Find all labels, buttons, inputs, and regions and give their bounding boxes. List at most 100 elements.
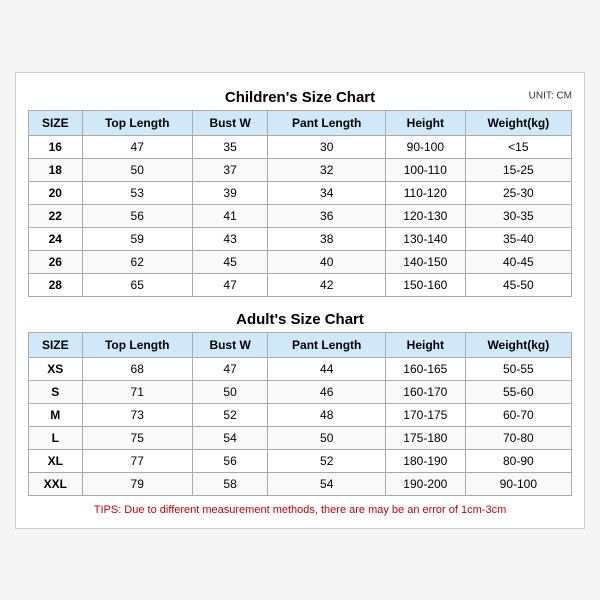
table-cell: 150-160	[386, 273, 466, 296]
table-cell: 100-110	[386, 158, 466, 181]
table-cell: 34	[268, 181, 386, 204]
col-pant-child: Pant Length	[268, 110, 386, 135]
table-cell: S	[29, 380, 83, 403]
table-cell: 120-130	[386, 204, 466, 227]
table-cell: 54	[268, 472, 386, 495]
table-cell: 56	[192, 449, 268, 472]
table-cell: 50	[192, 380, 268, 403]
table-row: 18503732100-11015-25	[29, 158, 572, 181]
table-cell: 30	[268, 135, 386, 158]
table-cell: 40	[268, 250, 386, 273]
table-cell: 77	[82, 449, 192, 472]
table-cell: 20	[29, 181, 83, 204]
table-row: XL775652180-19080-90	[29, 449, 572, 472]
table-cell: 160-165	[386, 357, 466, 380]
adult-table: SIZE Top Length Bust W Pant Length Heigh…	[28, 332, 572, 496]
table-cell: 44	[268, 357, 386, 380]
table-cell: 53	[82, 181, 192, 204]
col-pant-adult: Pant Length	[268, 332, 386, 357]
table-cell: 52	[192, 403, 268, 426]
table-row: 20533934110-12025-30	[29, 181, 572, 204]
table-row: S715046160-17055-60	[29, 380, 572, 403]
table-row: L755450175-18070-80	[29, 426, 572, 449]
table-cell: 38	[268, 227, 386, 250]
table-cell: <15	[465, 135, 571, 158]
table-cell: 175-180	[386, 426, 466, 449]
table-cell: 37	[192, 158, 268, 181]
children-header-row: SIZE Top Length Bust W Pant Length Heigh…	[29, 110, 572, 135]
table-cell: 52	[268, 449, 386, 472]
table-row: 24594338130-14035-40	[29, 227, 572, 250]
table-row: M735248170-17560-70	[29, 403, 572, 426]
children-title-text: Children's Size Chart	[225, 89, 375, 106]
chart-container: Children's Size Chart UNIT: CM SIZE Top …	[15, 72, 585, 529]
table-cell: 50	[82, 158, 192, 181]
table-cell: 47	[192, 357, 268, 380]
table-cell: 75	[82, 426, 192, 449]
col-top-length-child: Top Length	[82, 110, 192, 135]
table-cell: XS	[29, 357, 83, 380]
table-cell: 70-80	[465, 426, 571, 449]
table-cell: 140-150	[386, 250, 466, 273]
table-cell: 39	[192, 181, 268, 204]
table-row: 22564136120-13030-35	[29, 204, 572, 227]
table-row: XXL795854190-20090-100	[29, 472, 572, 495]
table-cell: 48	[268, 403, 386, 426]
col-weight-adult: Weight(kg)	[465, 332, 571, 357]
table-cell: 24	[29, 227, 83, 250]
col-height-adult: Height	[386, 332, 466, 357]
col-size-adult: SIZE	[29, 332, 83, 357]
col-bust-adult: Bust W	[192, 332, 268, 357]
table-row: XS684744160-16550-55	[29, 357, 572, 380]
table-cell: 90-100	[386, 135, 466, 158]
table-cell: 45-50	[465, 273, 571, 296]
table-cell: 32	[268, 158, 386, 181]
table-cell: 46	[268, 380, 386, 403]
table-cell: XXL	[29, 472, 83, 495]
table-cell: 190-200	[386, 472, 466, 495]
table-cell: 180-190	[386, 449, 466, 472]
table-cell: 79	[82, 472, 192, 495]
table-cell: 56	[82, 204, 192, 227]
table-cell: 43	[192, 227, 268, 250]
table-cell: 73	[82, 403, 192, 426]
table-cell: 60-70	[465, 403, 571, 426]
table-cell: 35-40	[465, 227, 571, 250]
table-cell: L	[29, 426, 83, 449]
table-cell: 55-60	[465, 380, 571, 403]
col-size-child: SIZE	[29, 110, 83, 135]
table-cell: 59	[82, 227, 192, 250]
col-top-length-adult: Top Length	[82, 332, 192, 357]
table-row: 26624540140-15040-45	[29, 250, 572, 273]
table-cell: 130-140	[386, 227, 466, 250]
table-cell: 15-25	[465, 158, 571, 181]
adult-header-row: SIZE Top Length Bust W Pant Length Heigh…	[29, 332, 572, 357]
table-cell: XL	[29, 449, 83, 472]
adult-section-title: Adult's Size Chart	[28, 305, 572, 332]
table-cell: 22	[29, 204, 83, 227]
tips-text: TIPS: Due to different measurement metho…	[28, 504, 572, 516]
table-cell: 50	[268, 426, 386, 449]
table-cell: 26	[29, 250, 83, 273]
table-cell: 18	[29, 158, 83, 181]
children-table: SIZE Top Length Bust W Pant Length Heigh…	[28, 110, 572, 297]
col-weight-child: Weight(kg)	[465, 110, 571, 135]
table-cell: 68	[82, 357, 192, 380]
col-bust-child: Bust W	[192, 110, 268, 135]
unit-label: UNIT: CM	[529, 91, 572, 102]
table-cell: 160-170	[386, 380, 466, 403]
table-cell: 58	[192, 472, 268, 495]
table-cell: 41	[192, 204, 268, 227]
table-cell: 170-175	[386, 403, 466, 426]
table-cell: 30-35	[465, 204, 571, 227]
table-cell: 40-45	[465, 250, 571, 273]
table-cell: 71	[82, 380, 192, 403]
table-cell: 47	[82, 135, 192, 158]
table-cell: 16	[29, 135, 83, 158]
children-section-title: Children's Size Chart UNIT: CM	[28, 83, 572, 110]
table-cell: 47	[192, 273, 268, 296]
table-cell: 110-120	[386, 181, 466, 204]
table-cell: 50-55	[465, 357, 571, 380]
adult-title-text: Adult's Size Chart	[236, 311, 364, 328]
table-cell: M	[29, 403, 83, 426]
